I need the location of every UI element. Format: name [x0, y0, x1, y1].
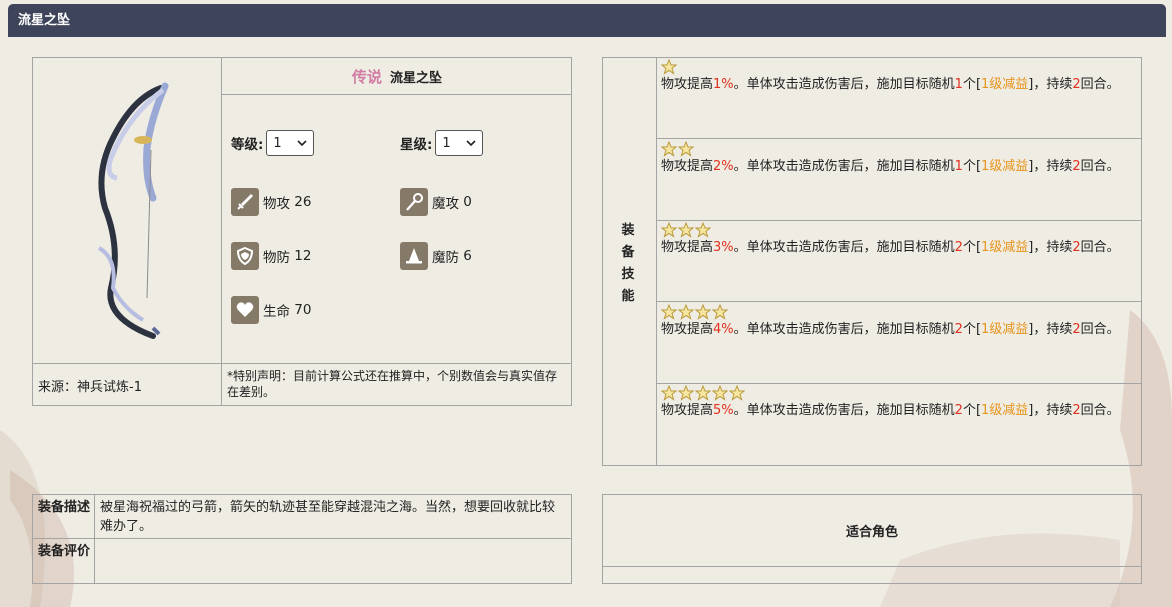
star-icon — [677, 303, 695, 320]
star-rating — [660, 384, 1135, 401]
item-source: 来源：神兵试炼-1 — [38, 379, 142, 395]
star-icon — [660, 384, 678, 401]
star-icon — [677, 384, 695, 401]
stat-physical-defense: 物防 12 — [231, 242, 311, 270]
skill-tier-row: 物攻提高4%。单体攻击造成伤害后，施加目标随机2个[1级减益]，持续2回合。 — [660, 303, 1135, 339]
star-icon — [677, 140, 695, 157]
star-label: 星级: — [400, 137, 433, 153]
star-icon — [728, 384, 746, 401]
star-icon — [711, 303, 729, 320]
skill-description: 物攻提高4%。单体攻击造成伤害后，施加目标随机2个[1级减益]，持续2回合。 — [661, 322, 1120, 337]
wizard-hat-icon — [400, 242, 428, 270]
evaluation-label: 装备评价 — [37, 544, 90, 559]
star-icon — [660, 221, 678, 238]
magic-wand-icon — [400, 188, 428, 216]
skill-tier-row: 物攻提高5%。单体攻击造成伤害后，施加目标随机2个[1级减益]，持续2回合。 — [660, 384, 1135, 420]
star-select[interactable]: 1 — [435, 130, 484, 156]
roles-label: 适合角色 — [845, 524, 898, 540]
stat-physical-attack: 物攻 26 — [231, 188, 311, 216]
star-icon — [711, 384, 729, 401]
star-icon — [694, 303, 712, 320]
description-label: 装备描述 — [37, 500, 90, 515]
star-selector-group: 星级: 1 — [400, 130, 484, 156]
skills-header: 装备技能 — [621, 223, 635, 304]
heart-icon — [231, 296, 259, 324]
shield-icon — [231, 242, 259, 270]
star-rating — [660, 303, 1135, 320]
star-icon — [660, 140, 678, 157]
star-rating — [660, 58, 1135, 75]
star-icon — [694, 384, 712, 401]
rarity-badge: 传说 — [351, 67, 382, 86]
skill-description: 物攻提高2%。单体攻击造成伤害后，施加目标随机1个[1级减益]，持续2回合。 — [661, 159, 1120, 174]
star-icon — [694, 221, 712, 238]
stat-hp: 生命 70 — [231, 296, 311, 324]
chevron-down-icon — [297, 139, 307, 146]
skill-description: 物攻提高1%。单体攻击造成伤害后，施加目标随机1个[1级减益]，持续2回合。 — [661, 77, 1120, 92]
star-icon — [660, 58, 678, 75]
star-icon — [660, 303, 678, 320]
star-rating — [660, 140, 1135, 157]
star-rating — [660, 221, 1135, 238]
level-label: 等级: — [231, 137, 264, 153]
weapon-image — [33, 58, 221, 363]
item-name: 流星之坠 — [390, 70, 443, 86]
stat-magic-defense: 魔防 6 — [400, 242, 472, 270]
level-selector-group: 等级: 1 — [231, 130, 315, 156]
skill-description: 物攻提高3%。单体攻击造成伤害后，施加目标随机2个[1级减益]，持续2回合。 — [661, 240, 1120, 255]
stat-magic-attack: 魔攻 0 — [400, 188, 472, 216]
skill-tier-row: 物攻提高1%。单体攻击造成伤害后，施加目标随机1个[1级减益]，持续2回合。 — [660, 58, 1135, 94]
item-name-row: 传说 流星之坠 — [222, 58, 572, 94]
skill-tier-row: 物攻提高2%。单体攻击造成伤害后，施加目标随机1个[1级减益]，持续2回合。 — [660, 140, 1135, 176]
page-title: 流星之坠 — [8, 4, 1166, 37]
chevron-down-icon — [466, 139, 476, 146]
disclaimer: *特别声明：目前计算公式还在推算中，个别数值会与真实值存在差别。 — [227, 369, 558, 399]
skill-description: 物攻提高5%。单体攻击造成伤害后，施加目标随机2个[1级减益]，持续2回合。 — [661, 403, 1120, 418]
skill-tier-row: 物攻提高3%。单体攻击造成伤害后，施加目标随机2个[1级减益]，持续2回合。 — [660, 221, 1135, 257]
description-text: 被星海祝福过的弓箭，箭矢的轨迹甚至能穿越混沌之海。当然，想要回收就比较难办了。 — [100, 500, 556, 534]
level-select[interactable]: 1 — [266, 130, 315, 156]
star-icon — [677, 221, 695, 238]
sword-icon — [231, 188, 259, 216]
